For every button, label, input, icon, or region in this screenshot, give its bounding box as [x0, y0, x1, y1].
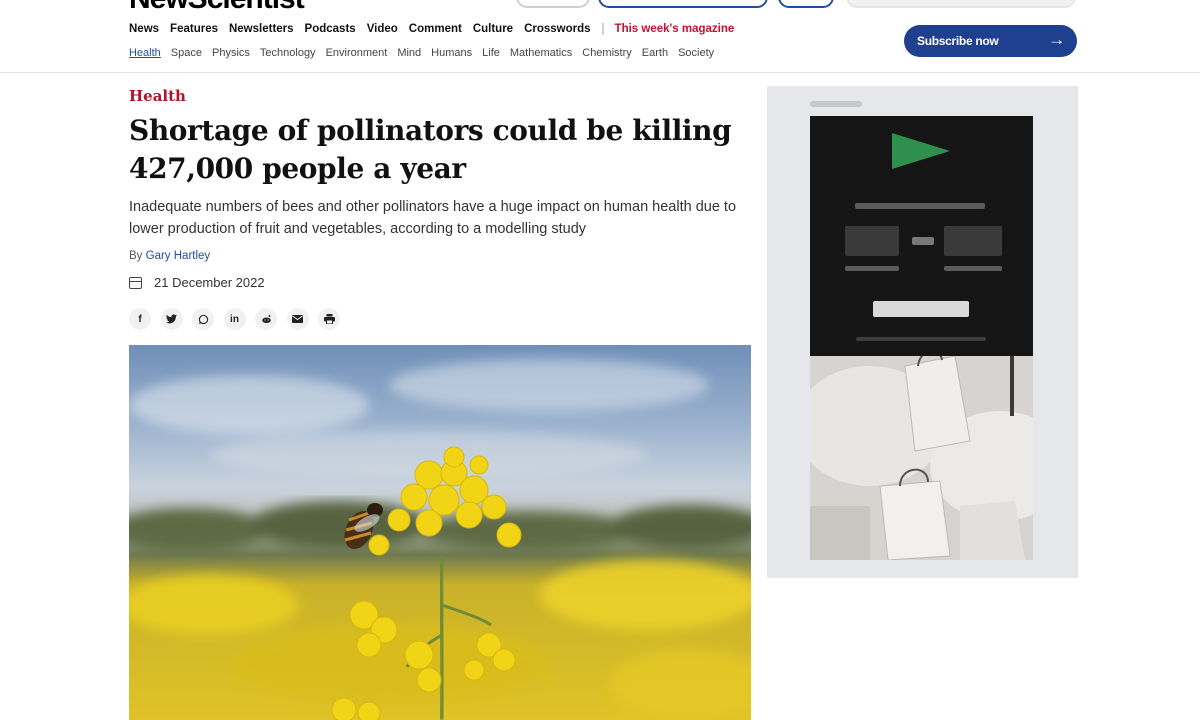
- author-link[interactable]: Gary Hartley: [146, 250, 211, 262]
- nav-culture[interactable]: Culture: [473, 23, 513, 35]
- ad-cta-button[interactable]: [873, 301, 969, 317]
- topic-humans[interactable]: Humans: [431, 47, 472, 59]
- ad-text-line: [912, 237, 934, 245]
- whatsapp-icon[interactable]: [192, 308, 214, 330]
- calendar-icon: [129, 276, 142, 289]
- masthead-logo[interactable]: NewScientist: [129, 0, 305, 14]
- byline: By Gary Hartley: [129, 250, 210, 262]
- nav-separator: |: [601, 23, 605, 35]
- topic-life[interactable]: Life: [482, 47, 500, 59]
- nav-features[interactable]: Features: [170, 23, 218, 35]
- nav-newsletters[interactable]: Newsletters: [229, 23, 294, 35]
- nav-video[interactable]: Video: [367, 23, 398, 35]
- reddit-icon[interactable]: [255, 308, 277, 330]
- ad-text-line: [855, 203, 985, 209]
- twitter-icon[interactable]: [160, 308, 183, 330]
- subscribe-label: Subscribe now: [917, 34, 999, 48]
- nav-news[interactable]: News: [129, 23, 159, 35]
- topic-mind[interactable]: Mind: [397, 47, 421, 59]
- nav-podcasts[interactable]: Podcasts: [305, 23, 356, 35]
- topic-physics[interactable]: Physics: [212, 47, 250, 59]
- topic-chemistry[interactable]: Chemistry: [582, 47, 632, 59]
- header-divider: [0, 72, 1200, 73]
- topic-environment[interactable]: Environment: [326, 47, 388, 59]
- ad-text-line: [845, 266, 899, 271]
- byline-prefix: By: [129, 250, 143, 262]
- date-text: 21 December 2022: [154, 275, 265, 290]
- ad-text-line: [944, 266, 1002, 271]
- topic-society[interactable]: Society: [678, 47, 714, 59]
- ad-text-line: [845, 226, 899, 256]
- ad-text-line: [856, 337, 986, 341]
- subscribe-button[interactable]: Subscribe now →: [904, 25, 1077, 57]
- topic-earth[interactable]: Earth: [642, 47, 668, 59]
- search-input[interactable]: [598, 0, 768, 8]
- topic-health[interactable]: Health: [129, 47, 161, 59]
- nav-this-weeks-magazine[interactable]: This week's magazine: [615, 23, 735, 35]
- linkedin-icon[interactable]: in: [223, 308, 246, 330]
- main-nav: News Features Newsletters Podcasts Video…: [129, 23, 745, 35]
- top-banner[interactable]: [846, 0, 1076, 8]
- article-headline: Shortage of pollinators could be killing…: [129, 114, 732, 185]
- ad-text-line: [944, 226, 1002, 256]
- login-button[interactable]: [516, 0, 590, 8]
- publish-date: 21 December 2022: [129, 275, 265, 290]
- article-category[interactable]: Health: [129, 87, 186, 105]
- article-standfirst: Inadequate numbers of bees and other pol…: [129, 199, 737, 237]
- topic-nav: Health Space Physics Technology Environm…: [129, 47, 724, 59]
- email-icon[interactable]: [286, 308, 309, 330]
- nav-comment[interactable]: Comment: [409, 23, 462, 35]
- share-bar: f in: [129, 308, 350, 330]
- topic-technology[interactable]: Technology: [260, 47, 316, 59]
- topic-space[interactable]: Space: [171, 47, 202, 59]
- nav-crosswords[interactable]: Crosswords: [524, 23, 590, 35]
- arrow-right-icon: →: [1048, 30, 1065, 49]
- facebook-icon[interactable]: f: [129, 308, 151, 330]
- ad-brand-logo: [892, 133, 950, 169]
- ad-image[interactable]: [810, 356, 1033, 560]
- ad-label: [810, 101, 862, 107]
- topic-mathematics[interactable]: Mathematics: [510, 47, 572, 59]
- hero-image: [129, 345, 751, 720]
- print-icon[interactable]: [318, 308, 340, 330]
- search-button[interactable]: [778, 0, 834, 8]
